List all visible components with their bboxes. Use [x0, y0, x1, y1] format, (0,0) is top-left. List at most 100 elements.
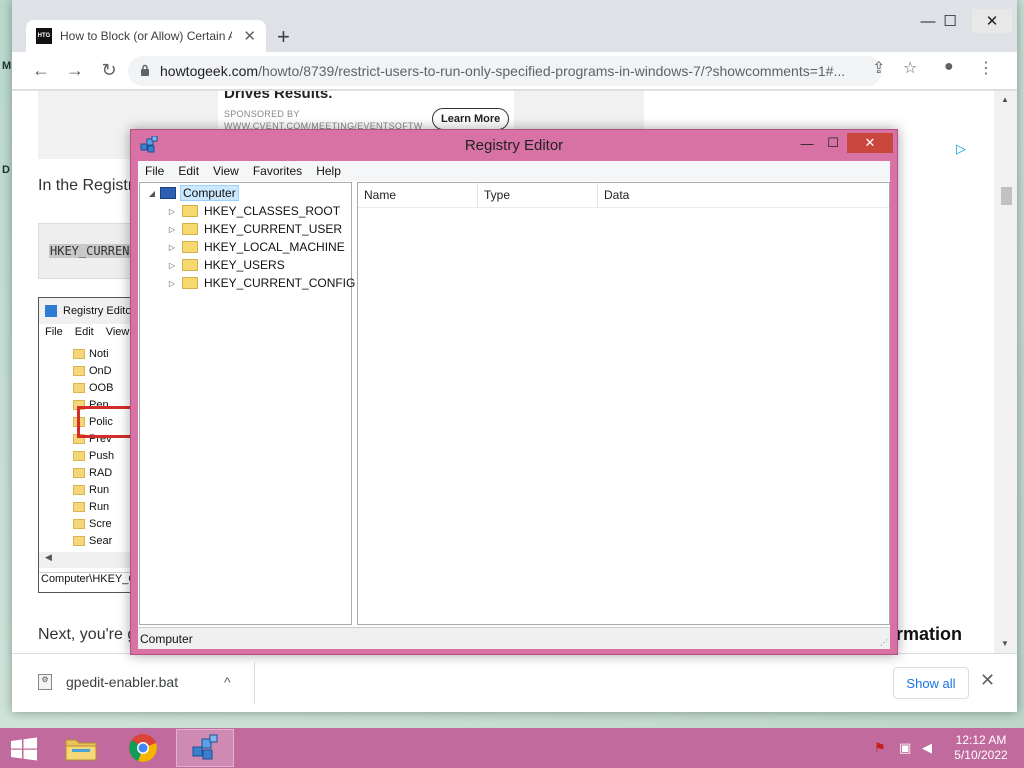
chrome-maximize-button[interactable]: ☐ [930, 9, 970, 33]
registry-titlebar[interactable]: Registry Editor — ☐ ✕ [131, 130, 897, 160]
chrome-icon [129, 734, 157, 762]
address-bar[interactable]: howtogeek.com/howto/8739/restrict-users-… [128, 56, 882, 86]
browser-toolbar: ← → ↻ howtogeek.com/howto/8739/restrict-… [12, 52, 1017, 90]
collapsed-arrow-icon[interactable]: ▷ [166, 207, 178, 216]
scroll-thumb[interactable] [1001, 187, 1012, 205]
screenshot-menu-item: File [45, 326, 63, 338]
desktop-edge-glyph: D [2, 164, 10, 176]
menu-edit[interactable]: Edit [171, 164, 206, 178]
screenshot-statusbar: Computer\HKEY_C [39, 572, 137, 592]
learn-more-button[interactable]: Learn More [432, 108, 510, 130]
menu-view[interactable]: View [206, 164, 246, 178]
collapsed-arrow-icon[interactable]: ▷ [166, 279, 178, 288]
bat-file-icon: ⚙ [38, 674, 52, 690]
action-center-flag-icon[interactable]: ⚑ [874, 740, 886, 756]
folder-icon [182, 241, 198, 253]
folder-icon [73, 451, 85, 461]
ad-headline: Drives Results. [224, 91, 333, 102]
scroll-down-arrow-icon[interactable]: ▼ [1001, 639, 1009, 648]
collapsed-arrow-icon[interactable]: ▷ [166, 261, 178, 270]
menu-favorites[interactable]: Favorites [246, 164, 309, 178]
screenshot-tree-row: RAD [73, 465, 112, 481]
show-all-button[interactable]: Show all [893, 667, 969, 699]
article-paragraph: Next, you're g [38, 626, 137, 643]
chrome-menu-icon[interactable]: ⋮ [978, 58, 994, 78]
registry-values-pane[interactable]: Name Type Data [357, 182, 890, 625]
tree-item-hkey-local-machine[interactable]: ▷ HKEY_LOCAL_MACHINE [166, 238, 345, 256]
chevron-up-icon[interactable]: ^ [224, 674, 231, 690]
tree-item-label: HKEY_LOCAL_MACHINE [204, 240, 345, 254]
browser-tab[interactable]: HTG How to Block (or Allow) Certain Apps… [26, 20, 266, 52]
screenshot-tree-row: Push [73, 448, 114, 464]
page-scrollbar[interactable]: ▲ ▼ [994, 91, 1017, 653]
folder-icon [182, 223, 198, 235]
folder-icon [73, 468, 85, 478]
tree-item-label: Computer [180, 185, 239, 201]
screenshot-titlebar: Registry Editor [39, 298, 137, 324]
collapsed-arrow-icon[interactable]: ▷ [166, 225, 178, 234]
column-header-name[interactable]: Name [358, 183, 478, 207]
bookmark-star-icon[interactable]: ☆ [903, 58, 917, 78]
tree-item-hkey-current-user[interactable]: ▷ HKEY_CURRENT_USER [166, 220, 342, 238]
collapsed-arrow-icon[interactable]: ▷ [166, 243, 178, 252]
menu-help[interactable]: Help [309, 164, 348, 178]
screenshot-tree-row: Noti [73, 346, 109, 362]
column-header-type[interactable]: Type [478, 183, 598, 207]
desktop-edge-glyph: M [2, 60, 12, 72]
back-button[interactable]: ← [24, 54, 58, 88]
tree-item-hkey-current-config[interactable]: ▷ HKEY_CURRENT_CONFIG [166, 274, 355, 292]
tab-close-icon[interactable]: ✕ [243, 27, 256, 45]
download-item[interactable]: ⚙ gpedit-enabler.bat [38, 674, 178, 690]
download-bar-close-icon[interactable]: ✕ [980, 670, 995, 691]
screenshot-tree: Noti OnD OOB Pen Polic Prev Push RAD Run… [39, 346, 137, 554]
registry-maximize-button[interactable]: ☐ [823, 133, 843, 153]
scroll-up-arrow-icon[interactable]: ▲ [1001, 95, 1009, 104]
folder-icon [73, 366, 85, 376]
taskbar-clock[interactable]: 12:12 AM 5/10/2022 [950, 733, 1012, 763]
tab-strip: HTG How to Block (or Allow) Certain Apps… [12, 0, 1017, 52]
registry-app-icon [192, 734, 218, 760]
folder-icon [182, 205, 198, 217]
expanded-arrow-icon[interactable]: ◢ [146, 189, 158, 198]
registry-close-button[interactable]: ✕ [847, 133, 893, 153]
tree-item-hkey-users[interactable]: ▷ HKEY_USERS [166, 256, 285, 274]
tree-item-computer[interactable]: ◢ Computer [146, 184, 239, 202]
resize-grip-icon[interactable]: ⋰ [880, 638, 888, 647]
screenshot-tree-row: OnD [73, 363, 112, 379]
taskbar-chrome[interactable] [114, 729, 172, 767]
tree-item-label: HKEY_CURRENT_CONFIG [204, 276, 356, 290]
network-icon[interactable]: ▣ [899, 740, 911, 756]
profile-icon[interactable]: ● [944, 58, 954, 76]
share-icon[interactable]: ⇪ [872, 58, 885, 78]
registry-minimize-button[interactable]: — [797, 133, 817, 153]
registry-editor-window: Registry Editor — ☐ ✕ File Edit View Fav… [130, 129, 898, 655]
taskbar-file-explorer[interactable] [52, 729, 110, 767]
header-divider [358, 207, 889, 208]
screenshot-title: Registry Editor [63, 305, 136, 317]
menu-file[interactable]: File [138, 164, 171, 178]
registry-app-icon [45, 305, 57, 317]
new-tab-button[interactable]: + [277, 24, 290, 50]
reload-button[interactable]: ↻ [92, 54, 126, 88]
folder-icon [65, 739, 97, 761]
code-text: HKEY_CURREN [49, 244, 131, 258]
column-header-data[interactable]: Data [598, 183, 890, 207]
tree-item-label: HKEY_CURRENT_USER [204, 222, 343, 236]
article-heading-fragment: rmation [896, 624, 963, 644]
folder-icon [73, 519, 85, 529]
adchoices-icon[interactable]: ▷ [956, 141, 966, 157]
forward-button[interactable]: → [58, 54, 92, 88]
clock-time: 12:12 AM [955, 733, 1007, 747]
registry-window-title: Registry Editor [464, 137, 564, 154]
chrome-close-button[interactable]: ✕ [972, 9, 1012, 33]
download-bar: ⚙ gpedit-enabler.bat ^ Show all ✕ [12, 653, 1017, 712]
windows-start-icon[interactable] [10, 737, 38, 761]
htg-favicon-icon: HTG [36, 28, 52, 44]
volume-muted-icon[interactable]: ◀ [922, 740, 932, 756]
tree-item-hkey-classes-root[interactable]: ▷ HKEY_CLASSES_ROOT [166, 202, 340, 220]
lock-icon [140, 64, 150, 79]
registry-tree-pane[interactable]: ◢ Computer ▷ HKEY_CLASSES_ROOT ▷ HKEY_CU… [139, 182, 355, 625]
status-path: Computer [140, 631, 193, 646]
taskbar-registry-editor[interactable] [176, 729, 234, 767]
computer-icon [160, 187, 176, 199]
